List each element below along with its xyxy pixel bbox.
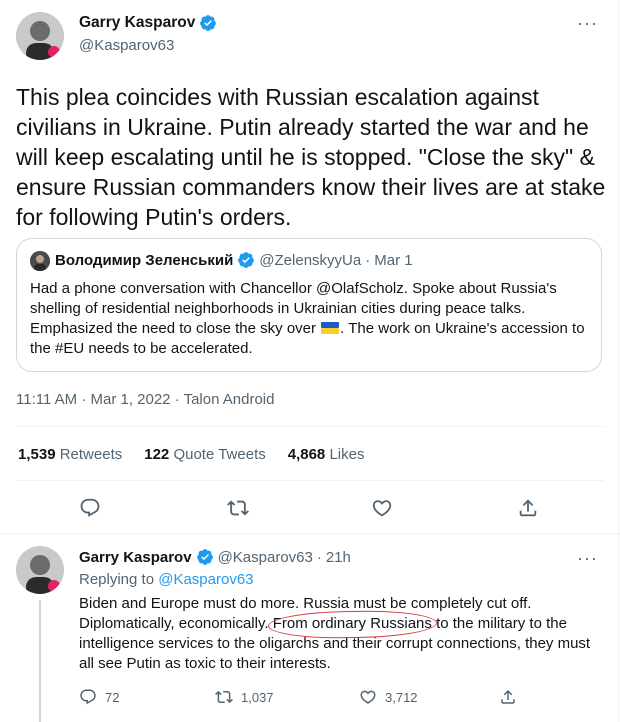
- share-button[interactable]: [499, 688, 517, 706]
- reply-age[interactable]: 21h: [326, 549, 351, 566]
- like-count: 3,712: [385, 689, 418, 705]
- reply-action-bar: 72 1,037 3,712: [79, 688, 604, 708]
- reply-count: 72: [105, 689, 120, 705]
- share-icon: [519, 499, 537, 517]
- separator: ·: [316, 548, 322, 566]
- divider: [16, 426, 604, 427]
- thread-line: [39, 600, 41, 722]
- reply-author-name[interactable]: Garry Kasparov: [79, 549, 192, 566]
- likes-label: Likes: [329, 446, 365, 463]
- reply-button[interactable]: [74, 492, 106, 524]
- likes-count: 4,868: [287, 446, 326, 463]
- quoted-tweet[interactable]: Володимир Зеленський @ZelenskyyUa · Mar …: [16, 238, 602, 372]
- like-icon: [372, 500, 392, 517]
- reply-button[interactable]: 72: [79, 688, 119, 706]
- reply-icon: [80, 498, 100, 517]
- quoted-avatar[interactable]: [30, 251, 50, 271]
- retweets-count: 1,539: [18, 446, 56, 463]
- more-icon[interactable]: ···: [577, 549, 598, 567]
- retweets-label: Retweets: [59, 446, 123, 463]
- quotes-count: 122: [144, 446, 170, 463]
- quoted-date[interactable]: Mar 1: [374, 252, 412, 269]
- verified-badge-icon: [196, 548, 214, 566]
- ukraine-flag-icon: [321, 320, 340, 334]
- tweet-timestamp[interactable]: 11:11 AM · Mar 1, 2022 · Talon Android: [16, 391, 275, 408]
- quotes-stat[interactable]: 122 Quote Tweets: [144, 446, 265, 463]
- replying-to-handle[interactable]: @Kasparov63: [158, 571, 253, 588]
- like-button[interactable]: 3,712: [359, 688, 418, 706]
- reply-icon: [80, 689, 96, 705]
- retweets-stat[interactable]: 1,539 Retweets: [18, 446, 122, 463]
- quotes-label: Quote Tweets: [173, 446, 266, 463]
- reply-header: Garry Kasparov @Kasparov63 · 21h: [79, 548, 351, 566]
- retweet-icon: [227, 500, 249, 516]
- action-bar: [0, 492, 620, 524]
- share-icon: [501, 689, 515, 704]
- divider: [0, 533, 620, 534]
- retweet-count: 1,037: [241, 689, 274, 705]
- retweet-button[interactable]: [222, 492, 254, 524]
- author-name[interactable]: Garry Kasparov: [79, 14, 195, 32]
- replying-to: Replying to @Kasparov63: [79, 571, 254, 588]
- share-button[interactable]: [512, 492, 544, 524]
- tweet-stats: 1,539 Retweets 122 Quote Tweets 4,868 Li…: [18, 446, 364, 463]
- divider: [16, 480, 604, 481]
- separator: ·: [365, 251, 371, 269]
- retweet-icon: [215, 690, 233, 704]
- verified-badge-icon: [199, 14, 217, 32]
- tweet-thread: Garry Kasparov @Kasparov63 ··· This plea…: [0, 0, 620, 722]
- circled-phrase: From ordinary Russians: [272, 615, 432, 632]
- quoted-text: Had a phone conversation with Chancellor…: [30, 279, 592, 359]
- verified-badge-icon: [237, 251, 255, 269]
- like-button[interactable]: [366, 492, 398, 524]
- quoted-author-name[interactable]: Володимир Зеленський: [55, 252, 233, 269]
- retweet-button[interactable]: 1,037: [215, 688, 274, 706]
- reply-text: Biden and Europe must do more. Russia mu…: [79, 594, 604, 674]
- avatar[interactable]: [16, 546, 64, 594]
- more-icon[interactable]: ···: [577, 14, 598, 32]
- quoted-header: Володимир Зеленський @ZelenskyyUa · Mar …: [55, 251, 413, 269]
- avatar[interactable]: [16, 12, 64, 60]
- replying-to-label: Replying to: [79, 571, 155, 588]
- author-handle[interactable]: @Kasparov63: [79, 37, 174, 54]
- reply-author-handle[interactable]: @Kasparov63: [218, 549, 313, 566]
- quoted-author-handle[interactable]: @ZelenskyyUa: [259, 252, 361, 269]
- likes-stat[interactable]: 4,868 Likes: [288, 446, 365, 463]
- tweet-text: This plea coincides with Russian escalat…: [16, 84, 606, 230]
- author-name-row[interactable]: Garry Kasparov: [79, 14, 217, 32]
- like-icon: [360, 690, 376, 704]
